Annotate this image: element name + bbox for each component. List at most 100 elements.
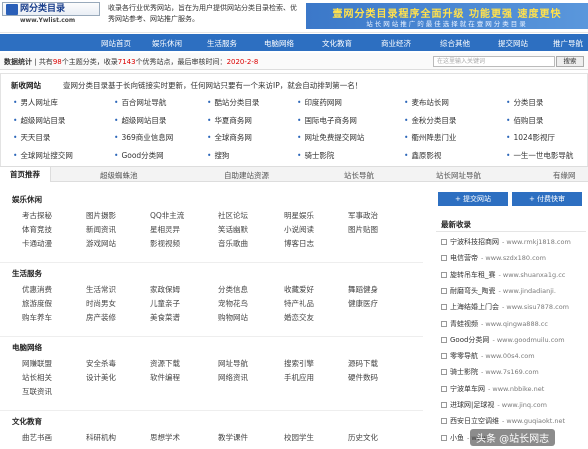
category-link[interactable]: 设计美化	[86, 372, 116, 383]
category-link[interactable]: 旅游度假	[22, 298, 52, 309]
category-title[interactable]: 文化教育	[12, 416, 42, 427]
category-link[interactable]: 站长相关	[22, 372, 52, 383]
category-link[interactable]: 图片摄影	[86, 210, 116, 221]
latest-item[interactable]: Good分类网 - www.goodmuilu.com	[441, 335, 565, 345]
new-site-link[interactable]: 麦布站长网	[404, 97, 449, 108]
category-link[interactable]: 购物网站	[218, 312, 248, 323]
category-link[interactable]: 游戏网站	[86, 238, 116, 249]
new-site-link[interactable]: 网址免费提交网站	[297, 132, 364, 143]
category-link[interactable]: 思想学术	[150, 432, 180, 443]
search-button[interactable]: 搜索	[556, 56, 584, 67]
nav-item-promote[interactable]: 推广导航	[553, 38, 583, 49]
category-link[interactable]: 星相灵异	[150, 224, 180, 235]
nav-item-other[interactable]: 综合其他	[440, 38, 470, 49]
category-link[interactable]: 时尚男女	[86, 298, 116, 309]
category-link[interactable]: 安全杀毒	[86, 358, 116, 369]
new-site-link[interactable]: 超级网站目录	[13, 115, 65, 126]
latest-item[interactable]: 宁波科技招商网 - www.rmkj1818.com	[441, 237, 571, 247]
tab-spider-pool[interactable]: 超级蜘蛛池	[100, 170, 138, 181]
category-link[interactable]: 资源下载	[150, 358, 180, 369]
new-site-link[interactable]: 酷站分类目录	[207, 97, 259, 108]
category-link[interactable]: 卡通动漫	[22, 238, 52, 249]
new-site-link[interactable]: 骑士影院	[297, 150, 334, 161]
new-site-link[interactable]: 369商业信息网	[114, 132, 173, 143]
category-link[interactable]: QQ非主流	[150, 210, 184, 221]
category-link[interactable]: 网址导航	[218, 358, 248, 369]
category-link[interactable]: 小说阅读	[284, 224, 314, 235]
tab-youyuan[interactable]: 有缘网	[553, 170, 576, 181]
category-link[interactable]: 教学课件	[218, 432, 248, 443]
category-link[interactable]: 软件编程	[150, 372, 180, 383]
search-input[interactable]: 在这里输入关键词	[433, 56, 555, 67]
category-link[interactable]: 体育竞技	[22, 224, 52, 235]
category-link[interactable]: 互联资讯	[22, 386, 52, 397]
paid-review-button[interactable]: + 付费快审	[512, 192, 582, 206]
promo-banner[interactable]: 壹网分类目录程序全面升级 功能更强 速度更快 站长网站推广的最佳选择就在壹网分类…	[306, 3, 588, 29]
category-link[interactable]: 健康医疗	[348, 298, 378, 309]
category-link[interactable]: 宠物花鸟	[218, 298, 248, 309]
new-site-link[interactable]: 超级网站目录	[114, 115, 166, 126]
category-link[interactable]: 明星娱乐	[284, 210, 314, 221]
new-site-link[interactable]: 鑫原影视	[404, 150, 441, 161]
nav-item-computer[interactable]: 电脑网络	[264, 38, 294, 49]
latest-item[interactable]: 西安日立空调维 - www.guqiaokt.net	[441, 416, 565, 426]
category-link[interactable]: 网赚联盟	[22, 358, 52, 369]
category-title[interactable]: 电脑网络	[12, 342, 42, 353]
latest-item[interactable]: 耐磨弯头_陶瓷 - www.jindadianji.	[441, 286, 556, 296]
category-link[interactable]: 购车养车	[22, 312, 52, 323]
latest-item[interactable]: 宁波单车网 - www.nbbike.net	[441, 384, 544, 394]
latest-item[interactable]: 电信营帝 - www.szdx180.com	[441, 253, 546, 263]
tab-recommend[interactable]: 首页推荐	[0, 167, 51, 182]
new-site-link[interactable]: 搜狗	[207, 150, 229, 161]
tab-self-site[interactable]: 自助建站资源	[224, 170, 269, 181]
category-link[interactable]: 婚恋交友	[284, 312, 314, 323]
category-link[interactable]: 图片贴图	[348, 224, 378, 235]
category-link[interactable]: 科研机构	[86, 432, 116, 443]
category-title[interactable]: 生活服务	[12, 268, 42, 279]
latest-item[interactable]: 进球网|足球视 - www.jinq.com	[441, 400, 547, 410]
category-link[interactable]: 搜索引擎	[284, 358, 314, 369]
category-link[interactable]: 社区论坛	[218, 210, 248, 221]
new-site-link[interactable]: 国际电子商务网	[297, 115, 357, 126]
submit-site-button[interactable]: + 提交网站	[438, 192, 508, 206]
category-link[interactable]: 博客日志	[284, 238, 314, 249]
nav-item-submit[interactable]: 提交网站	[498, 38, 528, 49]
tab-url-nav[interactable]: 站长网址导航	[436, 170, 481, 181]
new-site-link[interactable]: 印度药网网	[297, 97, 342, 108]
new-site-link[interactable]: 分类目录	[506, 97, 543, 108]
category-link[interactable]: 影视视频	[150, 238, 180, 249]
nav-item-home[interactable]: 网站首页	[101, 38, 131, 49]
nav-item-life[interactable]: 生活服务	[207, 38, 237, 49]
category-link[interactable]: 美食菜谱	[150, 312, 180, 323]
new-site-link[interactable]: 男人网址库	[13, 97, 58, 108]
new-site-link[interactable]: 全球商务网	[207, 132, 252, 143]
new-site-link[interactable]: 1024影视厅	[506, 132, 555, 143]
category-link[interactable]: 特产礼品	[284, 298, 314, 309]
new-site-link[interactable]: 一生一世电影导航	[506, 150, 573, 161]
latest-item[interactable]: 青蛙视频 - www.qingwa888.cc	[441, 319, 548, 329]
category-link[interactable]: 家政保姆	[150, 284, 180, 295]
category-link[interactable]: 网络资讯	[218, 372, 248, 383]
category-link[interactable]: 曲艺书画	[22, 432, 52, 443]
category-link[interactable]: 音乐歌曲	[218, 238, 248, 249]
latest-item[interactable]: 旋转吊车租_赛 - www.shuanxa1g.cc	[441, 270, 565, 280]
category-link[interactable]: 优惠消费	[22, 284, 52, 295]
latest-item[interactable]: 零零导航 - www.00s4.com	[441, 351, 535, 361]
nav-item-entertainment[interactable]: 娱乐休闲	[152, 38, 182, 49]
new-site-link[interactable]: 华夏商务网	[207, 115, 252, 126]
latest-item[interactable]: 骑士影院 - www.7s169.com	[441, 367, 539, 377]
category-link[interactable]: 新闻资讯	[86, 224, 116, 235]
category-link[interactable]: 源码下载	[348, 358, 378, 369]
category-link[interactable]: 硬件数码	[348, 372, 378, 383]
tab-webmaster-nav[interactable]: 站长导航	[344, 170, 374, 181]
nav-item-business[interactable]: 商业经济	[381, 38, 411, 49]
new-site-link[interactable]: 天天目录	[13, 132, 50, 143]
category-link[interactable]: 舞蹈健身	[348, 284, 378, 295]
new-site-link[interactable]: 佰购目录	[506, 115, 543, 126]
category-link[interactable]: 生活常识	[86, 284, 116, 295]
category-link[interactable]: 房产装修	[86, 312, 116, 323]
category-link[interactable]: 收藏爱好	[284, 284, 314, 295]
new-site-link[interactable]: 金秋分类目录	[404, 115, 456, 126]
nav-item-education[interactable]: 文化教育	[322, 38, 352, 49]
category-link[interactable]: 考古探秘	[22, 210, 52, 221]
